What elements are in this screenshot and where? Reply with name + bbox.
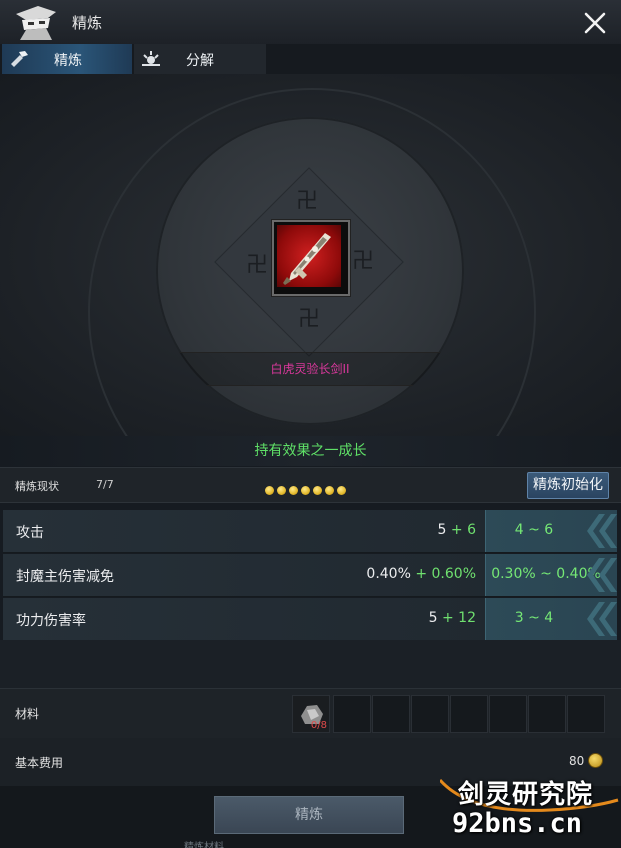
item-frame bbox=[277, 225, 341, 287]
refine-dot bbox=[313, 486, 322, 495]
tab-decompose-label: 分解 bbox=[186, 53, 214, 69]
close-icon[interactable] bbox=[580, 8, 610, 38]
material-slot[interactable] bbox=[372, 695, 410, 733]
coin-icon bbox=[588, 753, 603, 768]
refine-dot bbox=[277, 486, 286, 495]
tab-refine[interactable]: 精炼 bbox=[2, 44, 132, 75]
material-slot[interactable] bbox=[489, 695, 527, 733]
stat-row-power-damage: 功力伤害率 5 + 12 3 ~ 4 bbox=[3, 598, 617, 641]
chevron-left-icon bbox=[587, 514, 617, 548]
tab-decompose[interactable]: 分解 bbox=[134, 44, 266, 74]
material-slot[interactable]: 0/8 bbox=[292, 695, 330, 733]
stat-value: 0.40% + 0.60% bbox=[366, 566, 476, 582]
reset-refine-button[interactable]: 精炼初始化 bbox=[527, 472, 609, 499]
hammer-icon bbox=[11, 51, 28, 67]
stat-bonus: + 12 bbox=[442, 610, 476, 626]
rune-bottom-icon: 卍 bbox=[298, 307, 321, 332]
materials-label: 材料 bbox=[15, 707, 40, 721]
stat-name: 封魔主伤害减免 bbox=[16, 569, 114, 585]
rune-right-icon: 卍 bbox=[352, 249, 375, 274]
stat-bonus: + 6 bbox=[450, 522, 476, 538]
refine-dot bbox=[265, 486, 274, 495]
stat-bonus: + 0.60% bbox=[415, 566, 476, 582]
rune-left-icon: 卍 bbox=[246, 253, 269, 278]
stat-range: 4 ~ 6 bbox=[514, 522, 554, 538]
effect-bar: 持有效果之一成长 bbox=[0, 436, 621, 466]
cost-value: 80 bbox=[569, 754, 585, 768]
refine-status-label: 精炼现状 bbox=[15, 480, 59, 493]
item-slot[interactable] bbox=[272, 220, 350, 296]
sword-icon bbox=[283, 233, 331, 285]
refine-dot bbox=[337, 486, 346, 495]
effect-text: 持有效果之一成长 bbox=[254, 443, 367, 459]
chevron-left-icon bbox=[587, 558, 617, 592]
stat-value: 5 + 12 bbox=[429, 610, 476, 626]
rune-top-icon: 卍 bbox=[296, 189, 319, 214]
material-slot[interactable] bbox=[528, 695, 566, 733]
refine-disc: 卍 卍 卍 卍 白虎灵验长剑II bbox=[156, 117, 464, 425]
material-slot[interactable] bbox=[450, 695, 488, 733]
stat-base: 5 bbox=[437, 522, 447, 538]
materials-row: 材料 0/8 bbox=[0, 688, 621, 740]
refine-dot bbox=[301, 486, 310, 495]
stat-range-cell: 4 ~ 6 bbox=[485, 510, 617, 552]
stat-base: 0.40% bbox=[366, 566, 411, 582]
stat-range-cell: 3 ~ 4 bbox=[485, 598, 617, 640]
chevron-left-icon bbox=[587, 602, 617, 636]
stat-name: 攻击 bbox=[16, 525, 44, 541]
refine-button[interactable]: 精炼 bbox=[214, 796, 404, 834]
cost-label: 基本费用 bbox=[15, 756, 64, 770]
stat-base: 5 bbox=[428, 610, 438, 626]
title-bar: 精炼 bbox=[0, 0, 621, 44]
character-avatar-icon bbox=[16, 6, 56, 40]
stat-range: 3 ~ 4 bbox=[514, 610, 554, 626]
footer-truncated-text: 精炼材料 bbox=[184, 842, 224, 848]
watermark-title: 剑灵研究院 bbox=[458, 780, 594, 810]
stat-value: 5 + 6 bbox=[438, 522, 476, 538]
refine-status-count: 7/7 bbox=[96, 478, 114, 491]
empty-panel bbox=[0, 640, 621, 688]
stat-name: 功力伤害率 bbox=[16, 613, 86, 629]
window-title: 精炼 bbox=[72, 14, 103, 32]
stat-row-boss-damage-reduction: 封魔主伤害减免 0.40% + 0.60% 0.30% ~ 0.40% bbox=[3, 554, 617, 597]
refine-progress-dots bbox=[265, 480, 349, 495]
refine-status-bar: 精炼现状 7/7 精炼初始化 bbox=[0, 467, 621, 503]
stats-table: 攻击 5 + 6 4 ~ 6 封魔主伤害减免 0.40% + 0.60% 0.3… bbox=[3, 510, 617, 641]
stat-range-cell: 0.30% ~ 0.40% bbox=[485, 554, 617, 596]
tab-bar: 精炼 分解 bbox=[0, 44, 621, 75]
material-slot[interactable] bbox=[411, 695, 449, 733]
tab-refine-label: 精炼 bbox=[54, 53, 82, 69]
material-slot[interactable] bbox=[567, 695, 605, 733]
decompose-icon bbox=[142, 51, 160, 66]
refine-dot bbox=[325, 486, 334, 495]
material-count: 0/8 bbox=[310, 720, 327, 731]
material-slot[interactable] bbox=[333, 695, 371, 733]
refine-dot bbox=[289, 486, 298, 495]
item-name: 白虎灵验长剑II bbox=[270, 362, 350, 376]
refine-stage: 卍 卍 卍 卍 白虎灵验长剑II bbox=[0, 74, 621, 436]
watermark-url: 92bns.cn bbox=[452, 808, 583, 839]
stat-row-attack: 攻击 5 + 6 4 ~ 6 bbox=[3, 510, 617, 553]
